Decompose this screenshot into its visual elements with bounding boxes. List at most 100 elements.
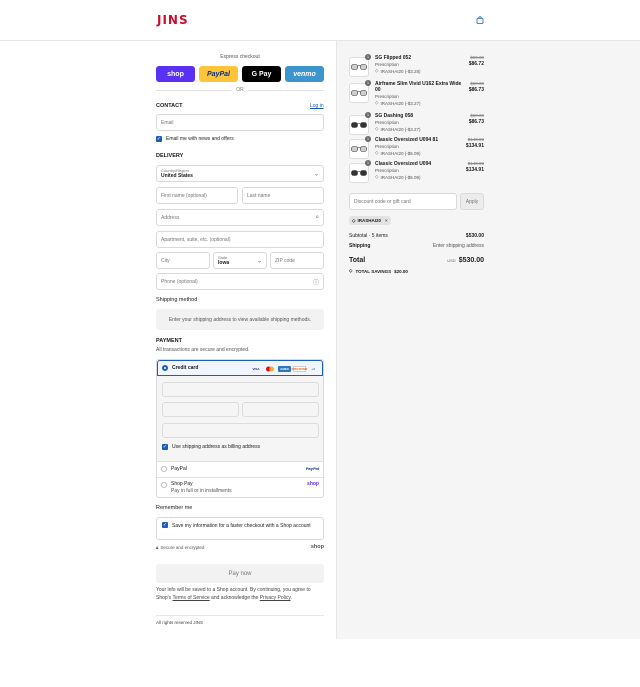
- bag-icon[interactable]: [476, 16, 484, 24]
- venmo-button[interactable]: venmo: [285, 66, 324, 82]
- currency-code: USD: [447, 258, 456, 263]
- discount-input[interactable]: Discount code or gift card: [349, 193, 457, 210]
- original-price: $140.00: [467, 161, 484, 166]
- state-select[interactable]: State Iowa ⌄: [213, 252, 267, 269]
- product-discount: ◇ IRASHAI20 (-$3.27): [375, 100, 421, 106]
- google-pay-button[interactable]: G Pay: [242, 66, 281, 82]
- paypal-radio[interactable]: [161, 466, 167, 472]
- phone-field[interactable]: Phone (optional) ⓘ: [156, 273, 324, 290]
- name-on-card-field[interactable]: [162, 423, 319, 438]
- first-name-field[interactable]: First name (optional): [156, 187, 238, 204]
- original-price: $140.00: [467, 137, 484, 142]
- delivery-title: DELIVERY: [156, 153, 184, 159]
- apartment-field[interactable]: Apartment, suite, etc. (optional): [156, 231, 324, 248]
- original-price: $90.00: [470, 113, 484, 118]
- tag-icon: ◇: [375, 126, 379, 131]
- tag-icon: ◇: [375, 100, 379, 105]
- shoppay-logo: shop: [307, 481, 319, 487]
- product-thumbnail: [349, 163, 369, 183]
- more-cards-badge: +4: [311, 367, 315, 371]
- sale-price: $134.91: [465, 143, 484, 149]
- cart-item: 1 SG Flipped 052 Prescription ◇ IRASHAI20 (-…: [349, 54, 484, 77]
- express-buttons: shop PayPal G Pay venmo: [156, 66, 324, 82]
- expiration-field[interactable]: [162, 402, 239, 417]
- sale-price: $86.73: [468, 87, 484, 93]
- cart-item: 1 Classic Oversized U094 81 Prescription ◇ I…: [349, 136, 484, 159]
- privacy-link[interactable]: Privacy Policy: [260, 595, 291, 601]
- address-field[interactable]: Address ⌕: [156, 209, 324, 226]
- sale-price: $134.91: [465, 167, 484, 173]
- shipping-row: Shipping Enter shipping address: [349, 243, 484, 249]
- remember-label: Save my information for a faster checkou…: [172, 523, 311, 529]
- card-number-field[interactable]: [162, 382, 319, 397]
- visa-icon: VISA: [252, 367, 260, 371]
- news-checkbox[interactable]: ✓: [156, 136, 162, 142]
- contact-title: CONTACT: [156, 103, 183, 109]
- terms-link[interactable]: Terms of Service: [172, 595, 209, 601]
- remove-discount-icon[interactable]: ×: [385, 218, 388, 223]
- subtotal-value: $530.00: [465, 233, 484, 239]
- payment-subtitle: All transactions are secure and encrypte…: [156, 347, 250, 353]
- or-divider: OR: [156, 87, 324, 93]
- discover-icon: DISCOVER: [291, 366, 308, 372]
- help-icon[interactable]: ⓘ: [313, 277, 319, 286]
- last-name-field[interactable]: Last name: [242, 187, 324, 204]
- search-icon: ⌕: [315, 214, 319, 220]
- quantity-badge: 1: [365, 54, 371, 60]
- shop-logo: shop: [310, 544, 324, 550]
- header: JINS: [0, 0, 640, 41]
- product-option: Prescription: [375, 144, 399, 149]
- paypal-logo: PayPal: [305, 466, 319, 471]
- zip-field[interactable]: ZIP code: [270, 252, 324, 269]
- total-row: Total USD $530.00: [349, 257, 484, 264]
- city-field[interactable]: City: [156, 252, 210, 269]
- credit-card-option[interactable]: Credit card VISA AMEX DISCOVER +4: [157, 360, 323, 376]
- product-option: Prescription: [375, 168, 399, 173]
- chevron-down-icon: ⌄: [256, 258, 262, 264]
- product-discount: ◇ IRASHAI20 (-$3.27): [375, 126, 421, 132]
- cart-item: 1 SG Dashing 058 Prescription ◇ IRASHAI20 (-…: [349, 112, 484, 135]
- total-label: Total: [349, 257, 366, 264]
- product-name: SG Flipped 052: [375, 55, 412, 61]
- cart-item: 1 Airframe Slim Vivid U162 Extra Wide 00 P…: [349, 80, 484, 106]
- total-savings: ◇ TOTAL SAVINGS $20.00: [349, 268, 408, 274]
- shop-pay-button[interactable]: shop: [156, 66, 195, 82]
- login-link[interactable]: Log in: [310, 103, 324, 109]
- product-thumbnail: [349, 115, 369, 135]
- shipping-note: Enter your shipping address to view avai…: [156, 309, 324, 330]
- shipping-method-title: Shipping method: [156, 297, 198, 303]
- shoppay-label: Shop Pay: [171, 481, 193, 487]
- product-discount: ◇ IRASHAI20 (-$5.09): [375, 174, 421, 180]
- subtotal-label: Subtotal · 5 items: [349, 233, 388, 239]
- paypal-option[interactable]: PayPal PayPal: [157, 462, 323, 477]
- tag-icon: ◇: [375, 68, 379, 73]
- product-name: Classic Oversized U094 81: [375, 137, 439, 143]
- tag-icon: ◇: [375, 174, 379, 179]
- billing-checkbox[interactable]: ✓: [162, 444, 168, 450]
- product-option: Prescription: [375, 120, 399, 125]
- shoppay-radio[interactable]: [161, 482, 167, 488]
- remember-checkbox[interactable]: ✓: [162, 522, 168, 528]
- country-select[interactable]: Country/Region United States ⌄: [156, 165, 324, 182]
- shipping-label: Shipping: [349, 243, 371, 249]
- credit-card-radio[interactable]: [162, 365, 168, 371]
- subtotal-row: Subtotal · 5 items $530.00: [349, 233, 484, 239]
- pay-now-button[interactable]: Pay now: [156, 564, 324, 583]
- product-option: Prescription: [375, 94, 399, 99]
- tag-icon: ◇: [349, 268, 353, 273]
- email-field[interactable]: Email: [156, 114, 324, 131]
- paypal-button[interactable]: PayPal: [199, 66, 238, 82]
- shoppay-option[interactable]: Shop Pay Pay in full or in installments …: [157, 478, 323, 498]
- shipping-value: Enter shipping address: [432, 243, 484, 249]
- remember-me-title: Remember me: [156, 505, 193, 511]
- apply-button[interactable]: Apply: [460, 193, 484, 210]
- lock-icon: 🔒︎: [156, 545, 159, 550]
- product-name: SG Dashing 058: [375, 113, 414, 119]
- product-thumbnail: [349, 139, 369, 159]
- quantity-badge: 1: [365, 80, 371, 86]
- sale-price: $86.72: [468, 61, 484, 67]
- secure-note: 🔒︎ Secure and encrypted: [156, 545, 205, 550]
- security-code-field[interactable]: [242, 402, 319, 417]
- jins-logo[interactable]: JINS: [157, 13, 189, 27]
- product-discount: ◇ IRASHAI20 (-$5.09): [375, 150, 421, 156]
